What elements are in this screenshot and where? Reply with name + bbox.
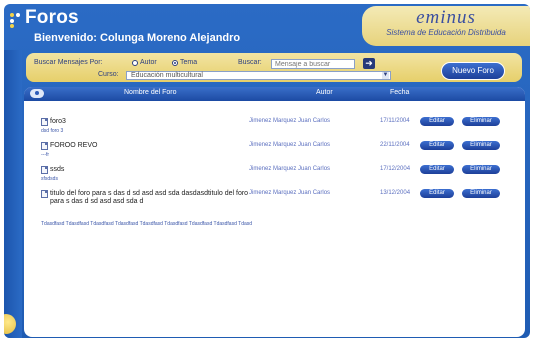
brand-subtitle: Sistema de Educación Distribuida [386, 28, 506, 37]
document-icon [41, 166, 48, 174]
search-input[interactable] [271, 59, 355, 69]
radio-author-label[interactable]: Autor [140, 59, 157, 66]
forum-title-link[interactable]: FOROO REVO [50, 142, 258, 150]
forum-title-link[interactable]: foro3 [50, 118, 258, 126]
forum-date: 17/11/2004 [380, 118, 410, 124]
delete-button[interactable]: Eliminar [462, 165, 500, 174]
document-icon [41, 118, 48, 126]
course-select-value: Educación multicultural [131, 72, 203, 79]
side-strip [4, 50, 22, 338]
forum-description: dsd foro 3 [41, 128, 64, 134]
course-label: Curso: [98, 71, 119, 78]
header: Foros Bienvenido: Colunga Moreno Alejand… [4, 4, 530, 50]
radio-topic-label[interactable]: Tema [180, 59, 197, 66]
radio-topic[interactable] [172, 60, 178, 66]
brand-name: eminus [416, 7, 476, 28]
forum-description: ---fr [41, 152, 50, 158]
app-frame: Foros Bienvenido: Colunga Moreno Alejand… [4, 4, 530, 338]
column-header-author: Autor [316, 89, 333, 96]
edit-button[interactable]: Editar [420, 165, 454, 174]
forum-author: Jimenez Marquez Juan Carlos [249, 166, 331, 172]
logo-dots-icon [10, 13, 22, 28]
forum-description: Tdasdfasd Tdasdfasd Tdasdfasd Tdasdfasd … [41, 221, 253, 227]
search-go-icon[interactable]: ➜ [363, 58, 375, 69]
forum-title-link[interactable]: titulo del foro para s das d sd asd asd … [50, 190, 258, 206]
edit-button[interactable]: Editar [420, 189, 454, 198]
delete-button[interactable]: Eliminar [462, 141, 500, 150]
radio-author[interactable] [132, 60, 138, 66]
course-select[interactable]: Educación multicultural ▼ [126, 71, 391, 80]
search-by-label: Buscar Mensajes Por: [34, 59, 103, 66]
forum-date: 13/12/2004 [380, 190, 411, 196]
forum-description: sfsdsds [41, 176, 58, 182]
new-forum-button[interactable]: Nuevo Foro [441, 62, 505, 80]
forum-author: Jimenez Marquez Juan Carlos [249, 190, 331, 196]
brand-logo: eminus Sistema de Educación Distribuida [362, 6, 530, 46]
forum-list-panel: Nombre del Foro Autor Fecha foro3 dsd fo… [24, 87, 525, 337]
page-title: Foros [25, 7, 79, 28]
forum-date: 17/12/2004 [380, 166, 411, 172]
document-icon [41, 142, 48, 150]
forum-author: Jimenez Marquez Juan Carlos [249, 118, 331, 124]
eye-icon [30, 89, 44, 98]
column-header-date: Fecha [390, 89, 410, 96]
search-label: Buscar: [238, 59, 262, 66]
delete-button[interactable]: Eliminar [462, 189, 500, 198]
edit-button[interactable]: Editar [420, 117, 454, 126]
column-header-forum-name: Nombre del Foro [124, 89, 177, 96]
forum-author: Jimenez Marquez Juan Carlos [249, 142, 331, 148]
forum-date: 22/11/2004 [380, 142, 410, 148]
delete-button[interactable]: Eliminar [462, 117, 500, 126]
forum-title-link[interactable]: ssds [50, 166, 258, 174]
chevron-down-icon[interactable]: ▼ [382, 72, 389, 79]
welcome-text: Bienvenido: Colunga Moreno Alejandro [34, 32, 241, 44]
table-header: Nombre del Foro Autor Fecha [24, 87, 525, 101]
document-icon [41, 190, 48, 198]
edit-button[interactable]: Editar [420, 141, 454, 150]
